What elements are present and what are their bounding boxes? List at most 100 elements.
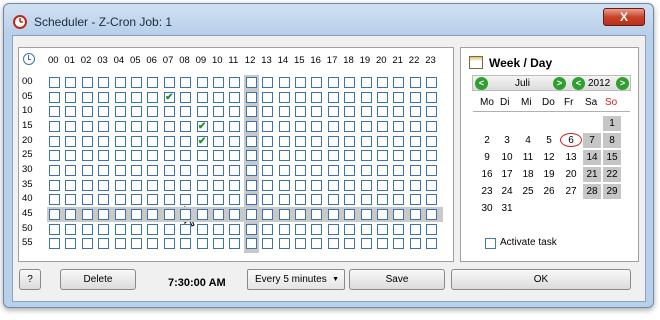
schedule-cell-23-15[interactable] bbox=[426, 120, 438, 132]
schedule-cell-04-55[interactable] bbox=[114, 238, 126, 250]
schedule-cell-14-40[interactable] bbox=[278, 194, 290, 206]
schedule-cell-15-25[interactable] bbox=[295, 150, 306, 162]
schedule-cell-05-30[interactable] bbox=[131, 164, 142, 176]
day-11[interactable]: 11 bbox=[519, 150, 537, 165]
schedule-cell-03-45[interactable] bbox=[98, 208, 110, 220]
schedule-cell-16-05[interactable] bbox=[311, 91, 323, 103]
schedule-cell-14-50[interactable] bbox=[278, 223, 290, 235]
schedule-cell-05-10[interactable] bbox=[131, 106, 142, 118]
schedule-cell-22-20[interactable] bbox=[409, 135, 421, 147]
schedule-cell-14-30[interactable] bbox=[278, 164, 290, 176]
schedule-cell-01-30[interactable] bbox=[65, 164, 77, 176]
schedule-cell-15-05[interactable] bbox=[295, 91, 306, 103]
day-26[interactable]: 26 bbox=[540, 184, 558, 199]
schedule-cell-11-40[interactable] bbox=[229, 194, 241, 206]
schedule-cell-03-25[interactable] bbox=[98, 150, 110, 162]
schedule-cell-03-10[interactable] bbox=[98, 106, 110, 118]
schedule-cell-08-20[interactable] bbox=[180, 135, 192, 147]
schedule-cell-07-55[interactable] bbox=[163, 238, 175, 250]
schedule-cell-17-10[interactable] bbox=[327, 106, 339, 118]
schedule-cell-20-40[interactable] bbox=[377, 194, 388, 206]
schedule-cell-06-45[interactable] bbox=[147, 208, 159, 220]
schedule-cell-09-25[interactable] bbox=[196, 150, 208, 162]
schedule-cell-10-45[interactable] bbox=[213, 208, 224, 220]
next-year-button[interactable]: > bbox=[616, 77, 629, 90]
schedule-cell-06-25[interactable] bbox=[147, 150, 159, 162]
schedule-cell-01-15[interactable] bbox=[65, 120, 77, 132]
schedule-cell-16-10[interactable] bbox=[311, 106, 323, 118]
schedule-cell-01-55[interactable] bbox=[65, 238, 77, 250]
schedule-cell-01-45[interactable] bbox=[65, 208, 77, 220]
schedule-cell-06-05[interactable] bbox=[147, 91, 159, 103]
schedule-cell-03-55[interactable] bbox=[98, 238, 110, 250]
schedule-cell-07-05[interactable]: ✔ bbox=[163, 91, 175, 103]
day-25[interactable]: 25 bbox=[519, 184, 537, 199]
schedule-cell-21-05[interactable] bbox=[393, 91, 405, 103]
schedule-cell-04-30[interactable] bbox=[114, 164, 126, 176]
schedule-cell-15-30[interactable] bbox=[295, 164, 306, 176]
schedule-cell-15-15[interactable] bbox=[295, 120, 306, 132]
schedule-cell-07-00[interactable] bbox=[163, 77, 175, 88]
schedule-cell-02-15[interactable] bbox=[81, 120, 93, 132]
day-13[interactable]: 13 bbox=[562, 150, 580, 165]
day-5[interactable]: 5 bbox=[540, 133, 558, 148]
schedule-cell-22-40[interactable] bbox=[409, 194, 421, 206]
schedule-cell-18-45[interactable] bbox=[344, 208, 356, 220]
day-3[interactable]: 3 bbox=[498, 133, 516, 148]
help-button[interactable]: ? bbox=[19, 269, 41, 290]
schedule-cell-21-45[interactable] bbox=[393, 208, 405, 220]
schedule-cell-22-35[interactable] bbox=[409, 179, 421, 191]
schedule-cell-18-40[interactable] bbox=[344, 194, 356, 206]
schedule-cell-12-20[interactable] bbox=[245, 135, 257, 147]
schedule-cell-21-55[interactable] bbox=[393, 238, 405, 250]
schedule-cell-06-20[interactable] bbox=[147, 135, 159, 147]
schedule-cell-19-45[interactable] bbox=[360, 208, 372, 220]
schedule-cell-04-45[interactable] bbox=[114, 208, 126, 220]
prev-month-button[interactable]: < bbox=[475, 77, 488, 90]
schedule-cell-23-50[interactable] bbox=[426, 223, 438, 235]
schedule-cell-23-25[interactable] bbox=[426, 150, 438, 162]
day-1[interactable]: 1 bbox=[603, 116, 621, 131]
schedule-cell-13-35[interactable] bbox=[262, 179, 274, 191]
schedule-cell-09-45[interactable] bbox=[196, 208, 208, 220]
schedule-cell-20-15[interactable] bbox=[377, 120, 388, 132]
schedule-cell-14-45[interactable] bbox=[278, 208, 290, 220]
schedule-cell-00-10[interactable] bbox=[49, 106, 60, 118]
day-24[interactable]: 24 bbox=[498, 184, 516, 199]
schedule-cell-03-35[interactable] bbox=[98, 179, 110, 191]
schedule-cell-14-00[interactable] bbox=[278, 77, 290, 88]
schedule-cell-04-05[interactable] bbox=[114, 91, 126, 103]
schedule-cell-14-05[interactable] bbox=[278, 91, 290, 103]
schedule-cell-12-30[interactable] bbox=[245, 164, 257, 176]
schedule-cell-23-10[interactable] bbox=[426, 106, 438, 118]
schedule-cell-14-15[interactable] bbox=[278, 120, 290, 132]
schedule-cell-13-25[interactable] bbox=[262, 150, 274, 162]
schedule-cell-10-10[interactable] bbox=[213, 106, 224, 118]
schedule-cell-18-15[interactable] bbox=[344, 120, 356, 132]
schedule-cell-23-55[interactable] bbox=[426, 238, 438, 250]
day-16[interactable]: 16 bbox=[478, 167, 496, 182]
schedule-cell-15-00[interactable] bbox=[295, 77, 306, 88]
schedule-cell-10-00[interactable] bbox=[213, 77, 224, 88]
schedule-cell-05-15[interactable] bbox=[131, 120, 142, 132]
schedule-cell-20-35[interactable] bbox=[377, 179, 388, 191]
activate-task-checkbox[interactable] bbox=[485, 238, 496, 249]
schedule-cell-08-25[interactable] bbox=[180, 150, 192, 162]
schedule-cell-17-30[interactable] bbox=[327, 164, 339, 176]
schedule-cell-05-35[interactable] bbox=[131, 179, 142, 191]
close-button[interactable]: X bbox=[603, 8, 645, 26]
schedule-cell-11-30[interactable] bbox=[229, 164, 241, 176]
schedule-cell-03-00[interactable] bbox=[98, 77, 110, 88]
day-19[interactable]: 19 bbox=[540, 167, 558, 182]
schedule-cell-21-35[interactable] bbox=[393, 179, 405, 191]
day-28[interactable]: 28 bbox=[583, 184, 601, 199]
schedule-cell-10-40[interactable] bbox=[213, 194, 224, 206]
schedule-cell-18-35[interactable] bbox=[344, 179, 356, 191]
schedule-cell-21-50[interactable] bbox=[393, 223, 405, 235]
schedule-cell-12-35[interactable] bbox=[245, 179, 257, 191]
schedule-cell-00-20[interactable] bbox=[49, 135, 60, 147]
schedule-cell-00-00[interactable] bbox=[49, 77, 60, 88]
schedule-cell-09-00[interactable] bbox=[196, 77, 208, 88]
schedule-cell-23-30[interactable] bbox=[426, 164, 438, 176]
schedule-cell-04-10[interactable] bbox=[114, 106, 126, 118]
